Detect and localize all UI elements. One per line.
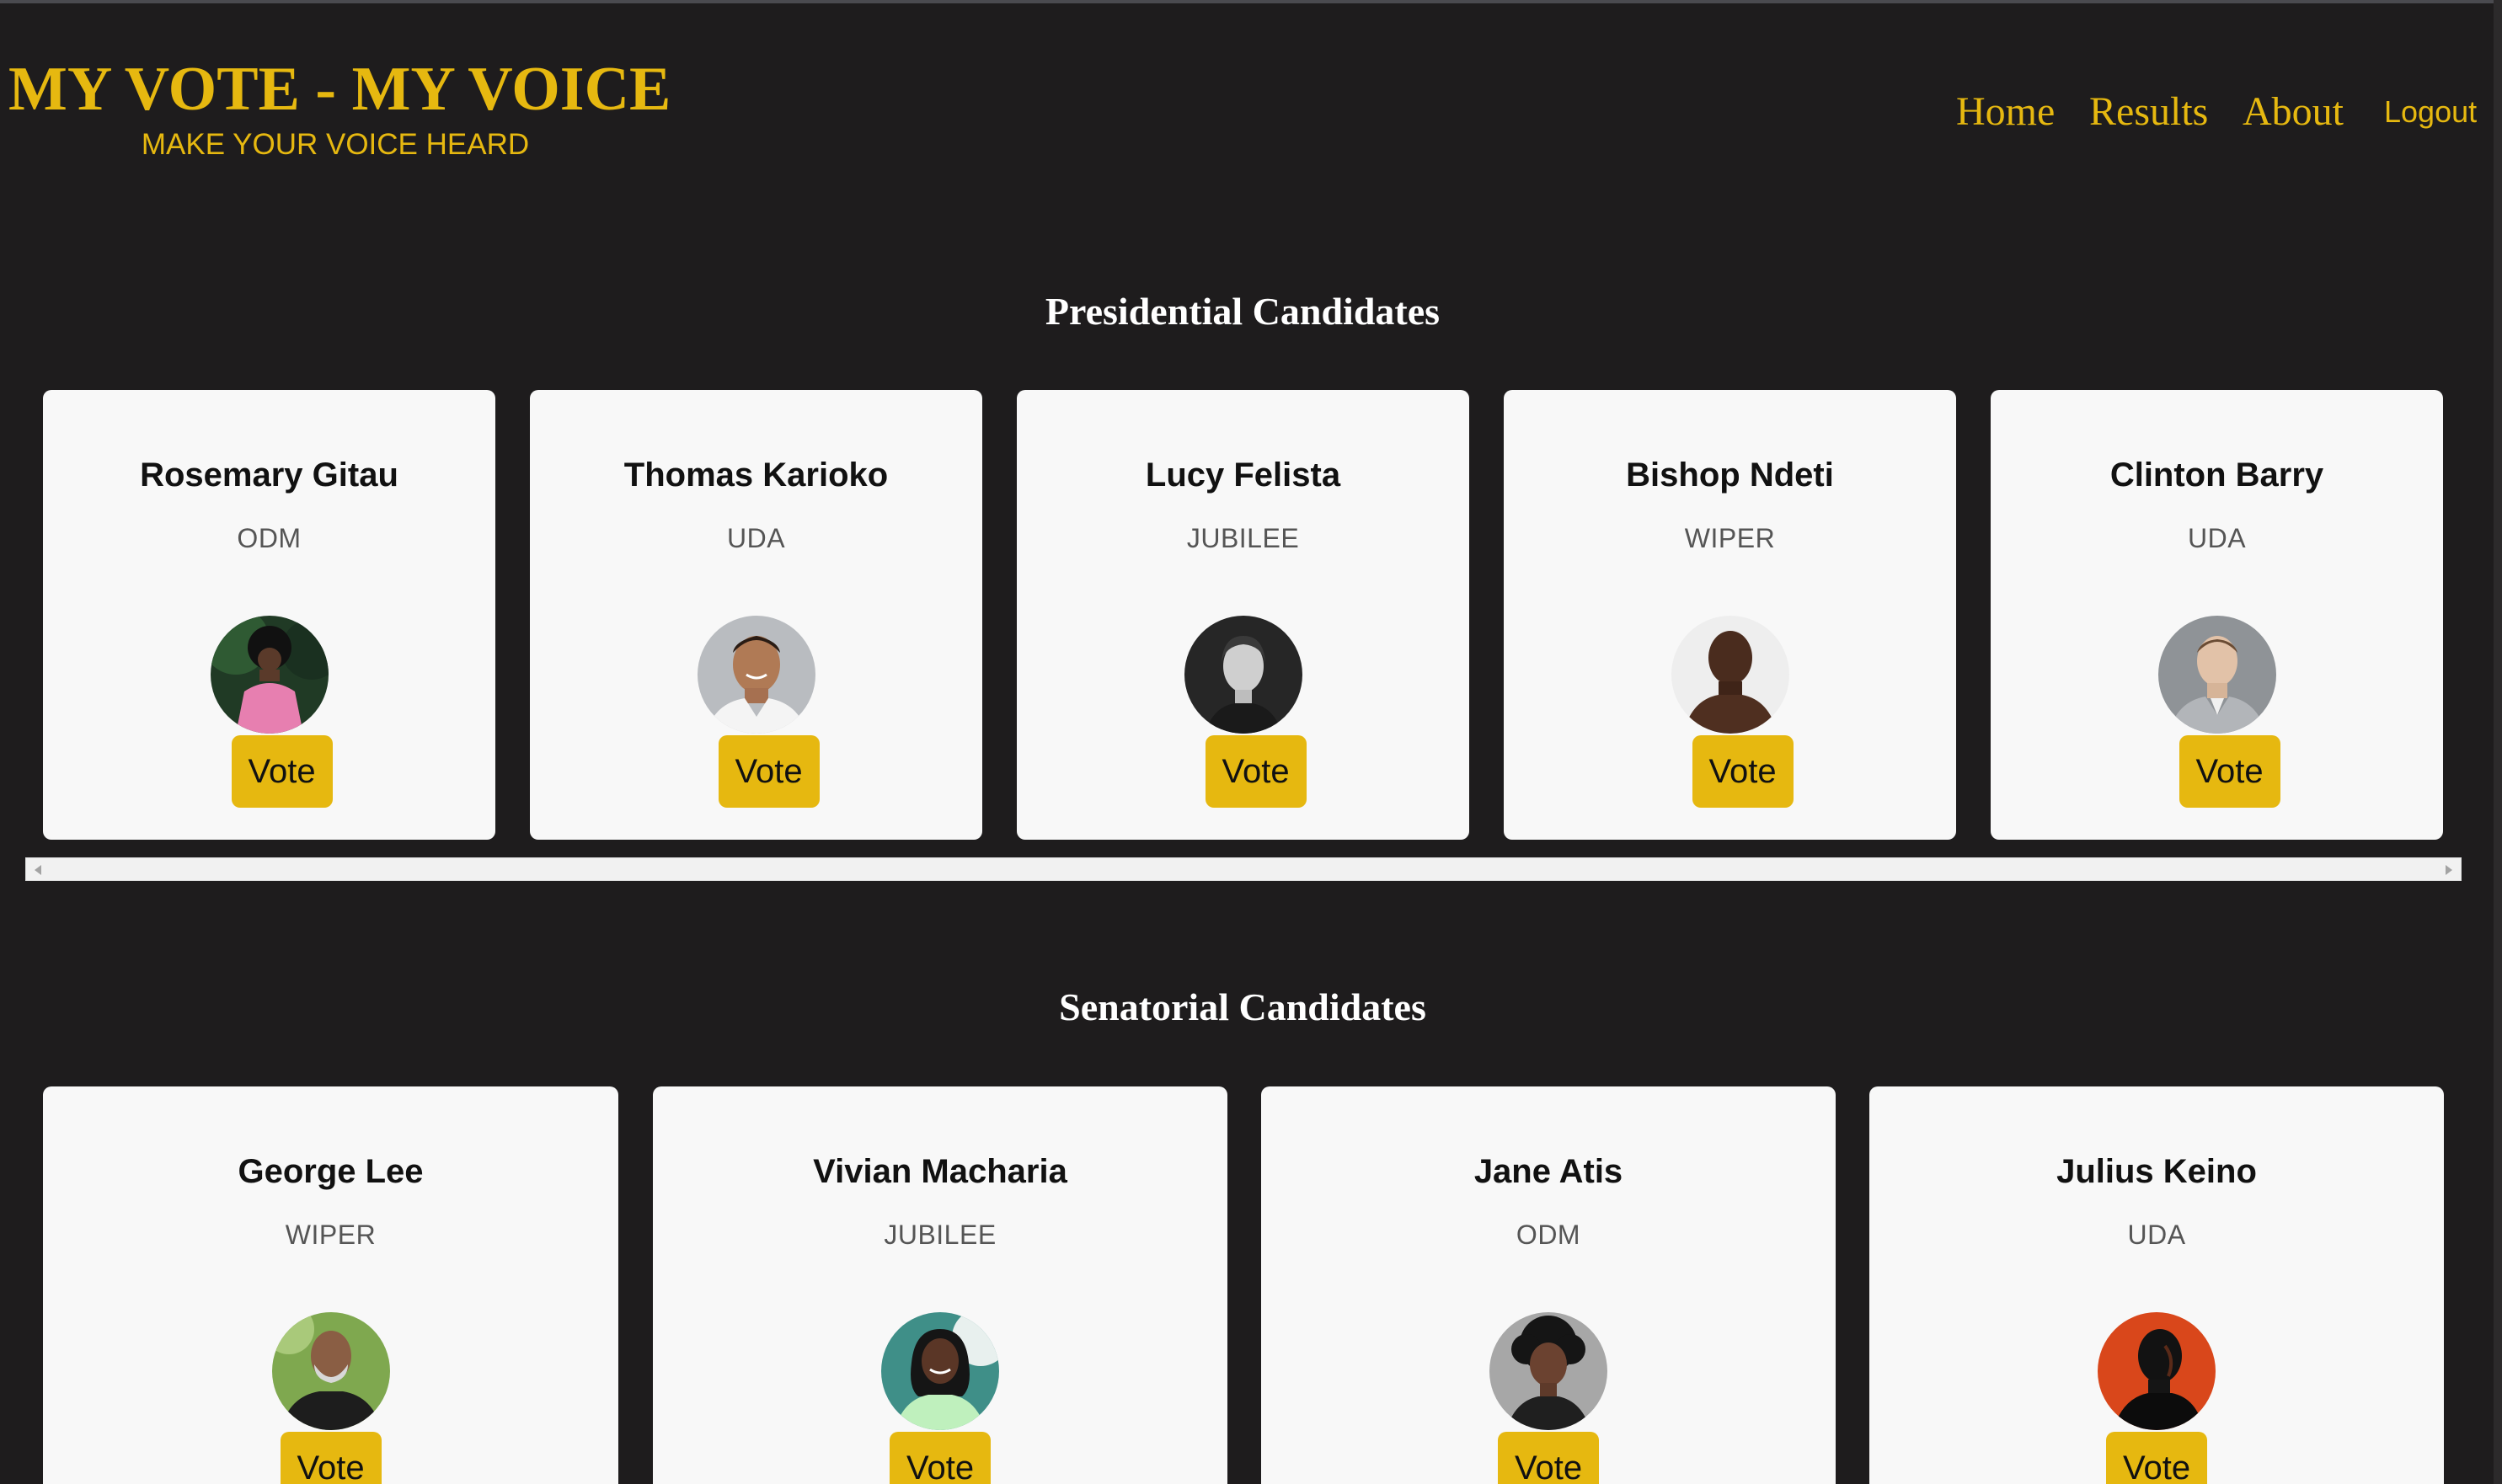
candidate-card: Vivian Macharia JUBILEE Vote: [653, 1086, 1227, 1484]
vote-button[interactable]: Vote: [231, 735, 333, 808]
candidate-party: UDA: [2127, 1220, 2186, 1250]
nav-home-link[interactable]: Home: [1956, 83, 2055, 141]
candidate-card: Rosemary Gitau ODM Vote: [43, 390, 495, 840]
candidate-photo: [697, 616, 815, 734]
candidate-card: Thomas Karioko UDA Vote: [530, 390, 982, 840]
candidate-party: ODM: [1516, 1220, 1581, 1250]
candidate-name: Bishop Ndeti: [1626, 456, 1834, 494]
candidate-party: ODM: [237, 523, 302, 553]
candidate-party: UDA: [726, 523, 786, 553]
scroll-left-arrow-icon[interactable]: [35, 865, 41, 875]
candidate-photo: [1671, 616, 1789, 734]
horizontal-scrollbar[interactable]: [25, 857, 2462, 881]
candidate-name: Jane Atis: [1473, 1153, 1623, 1190]
vote-button[interactable]: Vote: [718, 735, 820, 808]
candidate-photo: [210, 616, 329, 734]
vote-button[interactable]: Vote: [890, 1432, 992, 1484]
candidate-party: UDA: [2187, 523, 2247, 553]
logout-link[interactable]: Logout: [2384, 91, 2477, 133]
candidate-name: Thomas Karioko: [623, 456, 889, 494]
vote-button[interactable]: Vote: [2179, 735, 2280, 808]
vote-button[interactable]: Vote: [1498, 1432, 1600, 1484]
candidate-card: Jane Atis ODM Vote: [1261, 1086, 1836, 1484]
vote-button[interactable]: Vote: [280, 1432, 382, 1484]
candidate-photo: [1184, 616, 1302, 734]
candidate-party: WIPER: [285, 1220, 377, 1250]
candidate-party: JUBILEE: [884, 1220, 997, 1250]
scroll-right-arrow-icon[interactable]: [2446, 865, 2452, 875]
presidential-section-title: Presidential Candidates: [1045, 290, 1441, 333]
candidate-photo: [2098, 1312, 2216, 1430]
candidate-name: Julius Keino: [2056, 1153, 2257, 1190]
window-right-edge: [2494, 0, 2502, 1484]
candidate-name: Rosemary Gitau: [140, 456, 398, 494]
nav-results-link[interactable]: Results: [2089, 83, 2208, 141]
candidate-photo: [271, 1312, 390, 1430]
window-top-border: [0, 0, 2502, 3]
candidate-name: Vivian Macharia: [813, 1153, 1067, 1190]
candidate-party: WIPER: [1684, 523, 1776, 553]
candidate-card: George Lee WIPER Vote: [43, 1086, 618, 1484]
candidate-party: JUBILEE: [1186, 523, 1300, 553]
nav-about-link[interactable]: About: [2243, 83, 2344, 141]
candidate-name: Clinton Barry: [2109, 456, 2324, 494]
candidate-card: Julius Keino UDA Vote: [1869, 1086, 2444, 1484]
candidate-card: Lucy Felista JUBILEE Vote: [1017, 390, 1469, 840]
candidate-name: Lucy Felista: [1145, 456, 1341, 494]
candidate-photo: [1489, 1312, 1607, 1430]
vote-button[interactable]: Vote: [2106, 1432, 2208, 1484]
candidate-name: George Lee: [238, 1153, 424, 1190]
vote-button[interactable]: Vote: [1205, 735, 1307, 808]
senatorial-section-title: Senatorial Candidates: [1059, 985, 1426, 1028]
candidate-photo: [881, 1312, 999, 1430]
candidate-photo: [2157, 616, 2276, 734]
main-nav: Home Results About Logout: [0, 83, 2502, 141]
candidate-card: Clinton Barry UDA Vote: [1991, 390, 2443, 840]
vote-button[interactable]: Vote: [1692, 735, 1794, 808]
candidate-card: Bishop Ndeti WIPER Vote: [1504, 390, 1956, 840]
